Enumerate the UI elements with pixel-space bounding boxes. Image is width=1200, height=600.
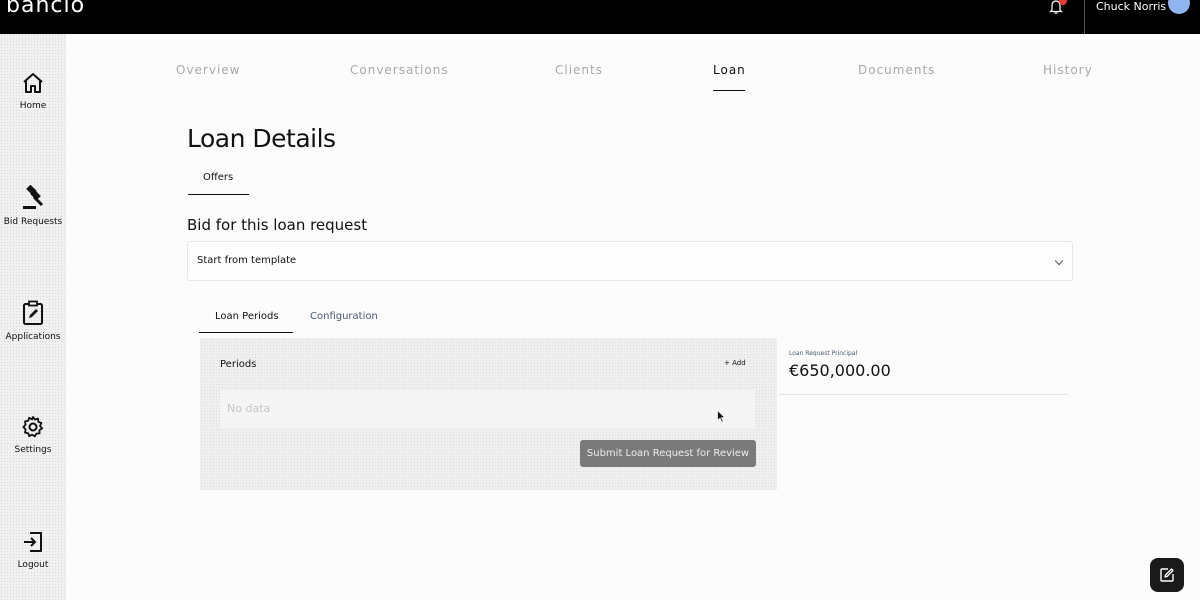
sidebar-item-label: Settings	[14, 445, 52, 455]
active-inner-tab-indicator	[199, 332, 293, 333]
divider	[779, 394, 1068, 395]
section-tabs: Overview Conversations Clients Loan Docu…	[155, 63, 1115, 93]
submit-review-button[interactable]: Submit Loan Request for Review	[580, 440, 756, 467]
active-tab-indicator	[713, 90, 745, 91]
periods-list: No data	[220, 390, 755, 428]
sidebar-item-settings[interactable]: Settings	[0, 415, 66, 455]
section-heading: Bid for this loan request	[187, 216, 368, 234]
tab-configuration[interactable]: Configuration	[310, 311, 378, 322]
page-title: Loan Details	[187, 124, 336, 153]
sidebar: Home Bid Requests Applications Settings	[0, 34, 66, 600]
sidebar-item-bid-requests[interactable]: Bid Requests	[0, 185, 66, 227]
user-name[interactable]: Chuck Norris	[1096, 0, 1166, 13]
home-icon	[23, 73, 43, 93]
add-period-button[interactable]: + Add	[724, 359, 746, 367]
chevron-down-icon	[1054, 256, 1064, 266]
avatar[interactable]	[1168, 0, 1190, 14]
feedback-button[interactable]	[1150, 558, 1184, 592]
tab-loan-periods[interactable]: Loan Periods	[215, 311, 279, 322]
sidebar-item-home[interactable]: Home	[0, 71, 66, 111]
sidebar-item-label: Logout	[17, 560, 49, 570]
principal-label: Loan Request Principal	[789, 350, 858, 357]
empty-state-text: No data	[227, 402, 271, 415]
tab-loan[interactable]: Loan	[713, 63, 746, 77]
template-select-value: Start from template	[197, 255, 297, 266]
tab-offers[interactable]: Offers	[203, 172, 233, 183]
notification-badge	[1059, 0, 1067, 5]
mouse-pointer-icon	[717, 410, 726, 423]
sidebar-item-label: Applications	[5, 332, 61, 342]
tab-clients[interactable]: Clients	[555, 63, 603, 77]
edit-note-icon	[1160, 568, 1174, 582]
logout-icon	[24, 532, 42, 552]
tab-history[interactable]: History	[1043, 63, 1093, 77]
sidebar-item-label: Home	[19, 101, 47, 111]
top-bar: banclo Chuck Norris	[0, 0, 1200, 34]
header-divider	[1084, 0, 1085, 34]
gear-icon	[22, 416, 44, 438]
clipboard-edit-icon	[23, 300, 43, 325]
gavel-icon	[23, 185, 44, 209]
principal-value: €650,000.00	[789, 361, 891, 380]
periods-panel: Periods + Add No data Submit Loan Reques…	[200, 338, 777, 490]
tab-conversations[interactable]: Conversations	[350, 63, 449, 77]
sidebar-item-label: Bid Requests	[3, 217, 63, 227]
sidebar-item-logout[interactable]: Logout	[0, 530, 66, 570]
sidebar-item-applications[interactable]: Applications	[0, 300, 66, 342]
template-select[interactable]: Start from template	[187, 241, 1073, 281]
tab-overview[interactable]: Overview	[176, 63, 241, 77]
tab-documents[interactable]: Documents	[858, 63, 935, 77]
app-logo[interactable]: banclo	[6, 0, 85, 18]
periods-label: Periods	[220, 359, 257, 370]
active-subtab-indicator	[188, 194, 249, 195]
